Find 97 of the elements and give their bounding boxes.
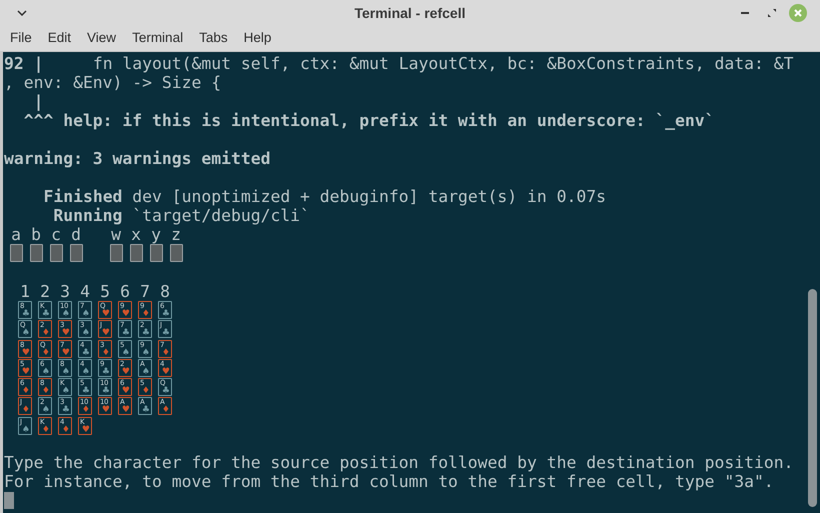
card-suit: ♣ xyxy=(82,348,91,358)
cell-label: c xyxy=(50,225,62,244)
minimize-icon[interactable] xyxy=(741,12,749,15)
output-line: warning: 3 warnings emitted xyxy=(4,149,272,168)
card-suit: ♦ xyxy=(102,348,111,358)
text-cursor xyxy=(4,492,14,509)
card-suit: ♥ xyxy=(122,310,131,319)
prompt-line: For instance, to move from the third column to the first free cell, type "3a". xyxy=(4,472,775,491)
card-suit: ♣ xyxy=(82,387,91,396)
card-suit: ♠ xyxy=(122,348,131,358)
column-label: 5 xyxy=(100,282,110,301)
card-suit: ♦ xyxy=(142,310,151,319)
empty-card-slot xyxy=(130,244,142,262)
card-suit: ♠ xyxy=(62,310,71,319)
chevron-icon[interactable] xyxy=(17,10,27,16)
card-suit: ♣ xyxy=(22,310,31,319)
card-suit: ♦ xyxy=(42,348,51,358)
output-line: 92 | fn layout(&mut self, ctx: &mut LayoutCtx, bc: &BoxConstraints, data: &T xyxy=(4,54,794,73)
menu-item[interactable]: Terminal xyxy=(124,28,192,49)
output-line: ^^^ help: if this is intentional, prefix it with an underscore: `_env` xyxy=(22,111,716,130)
card-suit: ♣ xyxy=(122,329,131,338)
card-suit: ♣ xyxy=(162,329,171,338)
card-suit: ♥ xyxy=(22,348,31,358)
window-title: Terminal - refcell xyxy=(354,4,466,22)
column-label: 3 xyxy=(60,282,70,301)
cell-label: a xyxy=(10,225,22,244)
card-suit: ♠ xyxy=(22,426,31,435)
card-suit: ♦ xyxy=(82,406,91,416)
card-suit: ♥ xyxy=(162,368,171,377)
card-suit: ♠ xyxy=(142,348,151,358)
card-suit: ♣ xyxy=(142,329,151,338)
card-suit: ♥ xyxy=(102,310,111,319)
card-suit: ♣ xyxy=(142,406,151,416)
card-suit: ♣ xyxy=(162,387,171,396)
card-suit: ♦ xyxy=(42,387,51,396)
scrollbar-thumb[interactable] xyxy=(808,289,817,507)
card-suit: ♣ xyxy=(62,406,71,416)
empty-card-slot xyxy=(50,244,62,262)
column-label: 6 xyxy=(120,282,130,301)
cell-label: w xyxy=(110,225,122,244)
card-suit: ♠ xyxy=(142,368,151,377)
empty-card-slot xyxy=(10,244,22,262)
card-suit: ♥ xyxy=(22,368,31,377)
card-suit: ♥ xyxy=(82,426,91,435)
menu-item[interactable]: Help xyxy=(236,28,280,49)
card-suit: ♥ xyxy=(122,387,131,396)
cell-label: d xyxy=(70,225,82,244)
column-label: 1 xyxy=(20,282,30,301)
card-suit: ♥ xyxy=(122,406,131,416)
empty-card-slot xyxy=(170,244,182,262)
card-suit: ♦ xyxy=(162,348,171,358)
empty-card-slot xyxy=(70,244,82,262)
cell-label: y xyxy=(150,225,162,244)
empty-card-slot xyxy=(30,244,42,262)
card-suit: ♠ xyxy=(82,329,91,338)
card-suit: ♠ xyxy=(42,406,51,416)
menu-item[interactable]: Tabs xyxy=(191,28,236,49)
column-label: 4 xyxy=(80,282,90,301)
card-suit: ♣ xyxy=(162,310,171,319)
card-suit: ♠ xyxy=(62,387,71,396)
cell-label: z xyxy=(170,225,182,244)
card-suit: ♠ xyxy=(82,310,91,319)
card-suit: ♦ xyxy=(22,387,31,396)
empty-card-slot xyxy=(110,244,122,262)
maximize-icon[interactable] xyxy=(768,9,776,17)
card-suit: ♠ xyxy=(82,368,91,377)
empty-card-slot xyxy=(150,244,162,262)
prompt-line: Type the character for the source position followed by the destination position. xyxy=(4,453,794,472)
card-suit: ♥ xyxy=(62,348,71,358)
output-line: Running `target/debug/cli` xyxy=(52,206,311,225)
output-line: Finished dev [unoptimized + debuginfo] target(s) in 0.07s xyxy=(42,187,607,206)
menu-item[interactable]: Edit xyxy=(40,28,80,49)
column-label: 2 xyxy=(40,282,50,301)
card-suit: ♠ xyxy=(22,329,31,338)
card-suit: ♦ xyxy=(62,426,71,435)
output-line: , env: &Env) -> Size { xyxy=(4,73,222,92)
column-label: 8 xyxy=(160,282,170,301)
card-suit: ♦ xyxy=(42,426,51,435)
card-suit: ♠ xyxy=(62,368,71,377)
cell-label: b xyxy=(30,225,42,244)
card-suit: ♠ xyxy=(42,368,51,377)
card-suit: ♦ xyxy=(142,387,151,396)
card-suit: ♣ xyxy=(102,387,111,396)
output-line: | xyxy=(32,92,44,111)
card-suit: ♥ xyxy=(122,368,131,377)
card-suit: ♥ xyxy=(62,329,71,338)
card-suit: ♣ xyxy=(42,310,51,319)
card-suit: ♦ xyxy=(162,406,171,416)
card-suit: ♦ xyxy=(22,406,31,416)
card-suit: ♥ xyxy=(102,329,111,338)
card-suit: ♦ xyxy=(42,329,51,338)
column-label: 7 xyxy=(140,282,150,301)
menu-item[interactable]: View xyxy=(79,28,124,49)
card-suit: ♥ xyxy=(102,406,111,416)
menu-item[interactable]: File xyxy=(2,28,40,49)
card-suit: ♣ xyxy=(102,368,111,377)
cell-label: x xyxy=(130,225,142,244)
